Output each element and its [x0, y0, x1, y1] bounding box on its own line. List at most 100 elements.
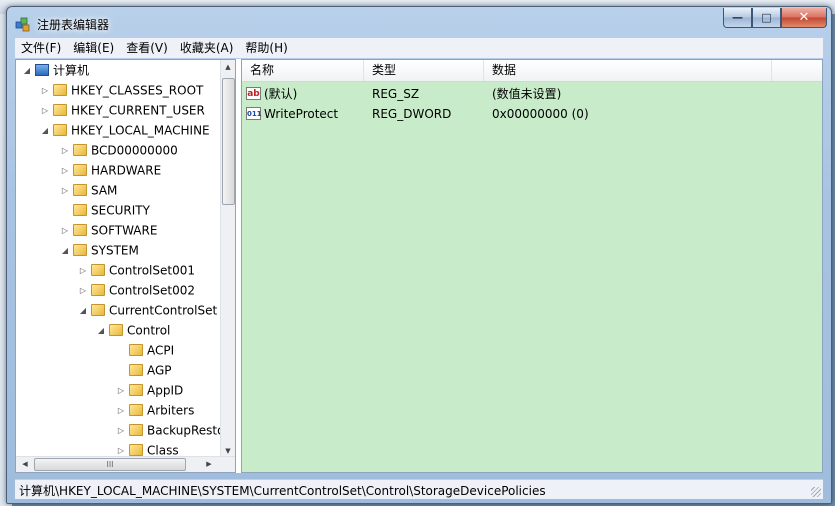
expand-arrow-icon[interactable]: ▷	[116, 401, 126, 421]
expand-arrow-icon[interactable]: ▷	[60, 141, 70, 161]
tree-node[interactable]: ▷ BackupRestore	[116, 420, 223, 440]
expand-arrow-icon[interactable]: ▷	[40, 81, 50, 101]
expand-arrow-icon[interactable]: ▷	[78, 281, 88, 301]
window-title: 注册表编辑器	[37, 18, 110, 32]
content-area: ◢ 计算机 ▷ HKEY_CLASSES_ROOT ▷ HKEY_CURRENT_USER…	[15, 59, 823, 473]
computer-icon	[35, 63, 49, 76]
collapse-arrow-icon[interactable]: ◢	[40, 121, 50, 141]
tree-node-label: AGP	[147, 363, 172, 378]
folder-icon	[129, 343, 143, 356]
tree-node[interactable]: ▷ BCD00000000	[60, 140, 178, 160]
list-header: 名称 类型 数据	[242, 60, 822, 82]
folder-icon	[91, 283, 105, 296]
close-button[interactable]: ✕	[781, 8, 827, 28]
tree-node[interactable]: ▷ AppID	[116, 380, 183, 400]
folder-icon	[73, 143, 87, 156]
title-bar[interactable]: 注册表编辑器 — □ ✕	[7, 7, 831, 37]
tree-node-label: ControlSet001	[109, 263, 195, 278]
tree-node-label: HKEY_CURRENT_USER	[71, 103, 205, 118]
maximize-button[interactable]: □	[752, 8, 781, 28]
tree-node[interactable]: ◢ 计算机	[22, 60, 89, 80]
tree-vscroll-thumb[interactable]	[222, 78, 235, 205]
tree-node-label: SECURITY	[91, 203, 150, 218]
tree-node[interactable]: ◢ Control	[96, 320, 170, 340]
expand-arrow-icon[interactable]: ▷	[60, 221, 70, 241]
tree-node[interactable]: ◢ CurrentControlSet	[78, 300, 217, 320]
tree-node[interactable]: SECURITY	[60, 200, 150, 220]
tree-node[interactable]: ▷ HKEY_CURRENT_USER	[40, 100, 205, 120]
tree-node[interactable]: ▷ HKEY_CLASSES_ROOT	[40, 80, 203, 100]
column-header-name[interactable]: 名称	[242, 60, 364, 81]
tree-node-label: HARDWARE	[91, 163, 162, 178]
folder-icon	[73, 243, 87, 256]
tree-node[interactable]: ◢ SYSTEM	[60, 240, 139, 260]
list-item[interactable]: ab (默认) REG_SZ (数值未设置)	[242, 84, 772, 104]
registry-editor-window: 注册表编辑器 — □ ✕ 文件(F) 编辑(E) 查看(V) 收藏夹(A) 帮助…	[6, 6, 832, 504]
tree-node[interactable]: ▷ SAM	[60, 180, 117, 200]
string-value-icon: ab	[246, 87, 261, 100]
minimize-button[interactable]: —	[723, 8, 752, 28]
menu-file[interactable]: 文件(F)	[15, 38, 67, 58]
folder-icon	[53, 103, 67, 116]
folder-icon	[91, 263, 105, 276]
scroll-left-arrow-icon[interactable]: ◀	[18, 460, 32, 468]
scroll-down-arrow-icon[interactable]: ▼	[221, 447, 235, 455]
expand-arrow-icon[interactable]: ▷	[60, 161, 70, 181]
collapse-arrow-icon[interactable]: ◢	[78, 301, 88, 321]
collapse-arrow-icon[interactable]: ◢	[60, 241, 70, 261]
regedit-app-icon	[15, 16, 31, 32]
status-path: 计算机\HKEY_LOCAL_MACHINE\SYSTEM\CurrentCon…	[19, 484, 546, 498]
resize-grip-icon[interactable]	[811, 487, 821, 497]
tree-view: ◢ 计算机 ▷ HKEY_CLASSES_ROOT ▷ HKEY_CURRENT_USER…	[16, 60, 223, 458]
tree-hscroll-thumb[interactable]: III	[34, 458, 186, 471]
expand-arrow-icon[interactable]: ▷	[78, 261, 88, 281]
folder-icon	[129, 363, 143, 376]
expand-arrow-icon[interactable]: ▷	[116, 421, 126, 441]
tree-node[interactable]: ▷ Arbiters	[116, 400, 194, 420]
tree-node[interactable]: ▷ ControlSet002	[78, 280, 195, 300]
column-header-filler	[772, 60, 822, 81]
folder-icon	[73, 183, 87, 196]
tree-node-label: ACPI	[147, 343, 175, 358]
tree-node[interactable]: ACPI	[116, 340, 174, 360]
menu-help[interactable]: 帮助(H)	[239, 38, 293, 58]
tree-node[interactable]: ▷ SOFTWARE	[60, 220, 157, 240]
tree-node-label: Control	[127, 323, 171, 338]
expand-arrow-icon[interactable]: ▷	[60, 181, 70, 201]
menu-favorites[interactable]: 收藏夹(A)	[174, 38, 240, 58]
tree-node[interactable]: ◢ HKEY_LOCAL_MACHINE	[40, 120, 210, 140]
folder-icon	[129, 403, 143, 416]
folder-icon	[129, 443, 143, 456]
menu-view[interactable]: 查看(V)	[120, 38, 174, 58]
tree-node[interactable]: AGP	[116, 360, 172, 380]
folder-icon	[129, 423, 143, 436]
tree-node-label: SYSTEM	[91, 243, 139, 258]
value-name: WriteProtect	[264, 107, 339, 121]
collapse-arrow-icon[interactable]: ◢	[96, 321, 106, 341]
expand-arrow-icon[interactable]: ▷	[116, 381, 126, 401]
scroll-up-arrow-icon[interactable]: ▲	[221, 63, 235, 71]
menu-edit[interactable]: 编辑(E)	[67, 38, 120, 58]
tree-horizontal-scrollbar[interactable]: ◀ III ▶	[16, 456, 235, 472]
registry-tree-pane: ◢ 计算机 ▷ HKEY_CLASSES_ROOT ▷ HKEY_CURRENT_USER…	[15, 59, 236, 473]
tree-node-label: 计算机	[53, 63, 90, 78]
collapse-arrow-icon[interactable]: ◢	[22, 61, 32, 81]
scroll-right-arrow-icon[interactable]: ▶	[202, 460, 216, 468]
column-header-data[interactable]: 数据	[484, 60, 772, 81]
list-item[interactable]: 011 WriteProtect REG_DWORD 0x00000000 (0)	[242, 104, 772, 124]
tree-node-label: BackupRestore	[147, 423, 223, 438]
column-header-type[interactable]: 类型	[364, 60, 484, 81]
expand-arrow-icon[interactable]: ▷	[40, 101, 50, 121]
tree-vertical-scrollbar[interactable]: ▲ ▼	[220, 60, 235, 458]
tree-node-label: HKEY_LOCAL_MACHINE	[71, 123, 210, 138]
tree-node-label: BCD00000000	[91, 143, 178, 158]
folder-icon	[53, 83, 67, 96]
tree-node[interactable]: ▷ HARDWARE	[60, 160, 161, 180]
values-list-pane: 名称 类型 数据 ab (默认) REG_SZ (数值未设置) 011 WriteP…	[241, 59, 823, 473]
tree-node[interactable]: ▷ ControlSet001	[78, 260, 195, 280]
tree-node-label: CurrentControlSet	[109, 303, 218, 318]
binary-value-icon: 011	[246, 107, 262, 120]
folder-icon	[109, 323, 123, 336]
tree-node-label: HKEY_CLASSES_ROOT	[71, 83, 204, 98]
folder-icon	[73, 223, 87, 236]
